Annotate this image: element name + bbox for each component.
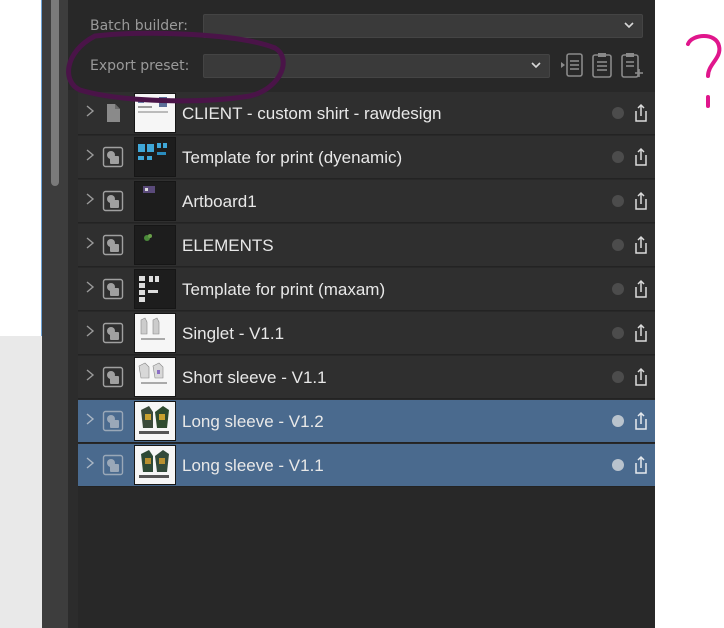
export-preset-label: Export preset:: [90, 58, 190, 74]
layer-name: Singlet - V1.1: [182, 324, 285, 343]
artboard-icon: [102, 190, 124, 212]
artboard-icon: [102, 410, 124, 432]
visibility-dot[interactable]: [612, 195, 624, 207]
layer-row[interactable]: CLIENT - custom shirt - rawdesign: [78, 92, 655, 135]
visibility-dot[interactable]: [612, 327, 624, 339]
layer-row-selected[interactable]: Long sleeve - V1.1: [78, 444, 655, 487]
layer-row[interactable]: Artboard1: [78, 180, 655, 223]
export-preset-dropdown[interactable]: [203, 54, 550, 78]
layer-thumbnail: [134, 445, 176, 485]
chevron-down-icon: [624, 22, 634, 29]
layer-thumbnail: [134, 269, 176, 309]
layer-name: Short sleeve - V1.1: [182, 368, 327, 387]
layer-thumbnail: [134, 93, 176, 133]
left-gray-area: [0, 336, 42, 628]
chevron-right-icon[interactable]: [84, 236, 96, 250]
artboard-icon: [102, 278, 124, 300]
chevron-down-icon: [531, 62, 541, 69]
export-share-icon[interactable]: [633, 103, 649, 123]
layer-thumbnail: [134, 225, 176, 265]
export-share-icon[interactable]: [633, 367, 649, 387]
panel-gutter: [68, 90, 78, 628]
layer-name: Artboard1: [182, 192, 257, 211]
export-share-icon[interactable]: [633, 279, 649, 299]
layer-row[interactable]: Template for print (maxam): [78, 268, 655, 311]
export-share-icon[interactable]: [633, 323, 649, 343]
layer-name: Template for print (dyenamic): [182, 148, 403, 167]
artboard-icon: [102, 146, 124, 168]
visibility-dot[interactable]: [612, 283, 624, 295]
layer-row[interactable]: Singlet - V1.1: [78, 312, 655, 355]
document-icon: [107, 104, 120, 122]
batch-builder-dropdown[interactable]: [203, 14, 643, 38]
layer-row[interactable]: Template for print (dyenamic): [78, 136, 655, 179]
visibility-dot[interactable]: [612, 459, 624, 471]
visibility-dot[interactable]: [612, 371, 624, 383]
layer-thumbnail: [134, 181, 176, 221]
artboard-icon: [102, 234, 124, 256]
visibility-dot[interactable]: [612, 151, 624, 163]
artboard-icon: [102, 366, 124, 388]
list-indent-icon[interactable]: [560, 51, 584, 79]
export-share-icon[interactable]: [633, 235, 649, 255]
chevron-right-icon[interactable]: [84, 368, 96, 382]
clipboard-add-icon[interactable]: [619, 51, 643, 79]
layer-name: Template for print (maxam): [182, 280, 386, 299]
visibility-dot[interactable]: [612, 107, 624, 119]
export-share-icon[interactable]: [633, 191, 649, 211]
chevron-right-icon[interactable]: [84, 324, 96, 338]
layer-name: Long sleeve - V1.1: [182, 456, 324, 475]
chevron-right-icon[interactable]: [84, 148, 96, 162]
layer-row-selected[interactable]: Long sleeve - V1.2: [78, 400, 655, 443]
layer-thumbnail: [134, 401, 176, 441]
left-canvas-area: [0, 0, 42, 336]
chevron-right-icon[interactable]: [84, 280, 96, 294]
batch-builder-label: Batch builder:: [90, 18, 188, 34]
chevron-right-icon[interactable]: [84, 412, 96, 426]
visibility-dot[interactable]: [612, 415, 624, 427]
layer-row[interactable]: Short sleeve - V1.1: [78, 356, 655, 399]
clipboard-icon[interactable]: [590, 51, 614, 79]
export-share-icon[interactable]: [633, 455, 649, 475]
layer-thumbnail: [134, 137, 176, 177]
chevron-right-icon[interactable]: [84, 104, 96, 118]
batch-builder-row: Batch builder:: [78, 13, 202, 39]
artboard-icon: [102, 322, 124, 344]
chevron-right-icon[interactable]: [84, 456, 96, 470]
layer-thumbnail: [134, 357, 176, 397]
export-preset-row: Export preset:: [78, 53, 202, 79]
export-share-icon[interactable]: [633, 411, 649, 431]
artboard-icon: [102, 454, 124, 476]
scrollbar-thumb[interactable]: [51, 0, 59, 186]
layer-name: CLIENT - custom shirt - rawdesign: [182, 104, 442, 123]
layer-name: ELEMENTS: [182, 236, 274, 255]
chevron-right-icon[interactable]: [84, 192, 96, 206]
question-mark: [686, 34, 722, 78]
layer-name: Long sleeve - V1.2: [182, 412, 324, 431]
visibility-dot[interactable]: [612, 239, 624, 251]
export-share-icon[interactable]: [633, 147, 649, 167]
layer-row[interactable]: ELEMENTS: [78, 224, 655, 267]
layer-thumbnail: [134, 313, 176, 353]
